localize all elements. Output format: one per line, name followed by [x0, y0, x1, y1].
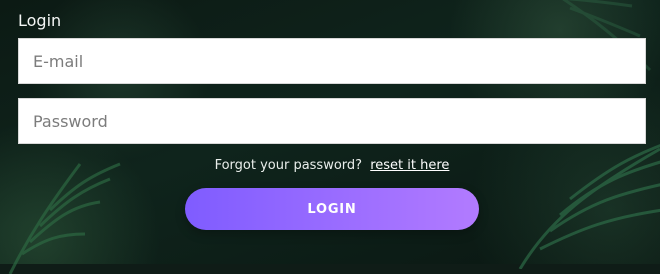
password-field[interactable]: [18, 98, 646, 144]
login-button[interactable]: LOGIN: [185, 188, 479, 230]
login-panel: Login Forgot your password? reset it her…: [18, 12, 646, 230]
forgot-password-text: Forgot your password?: [214, 158, 363, 173]
login-title: Login: [18, 11, 62, 30]
email-field[interactable]: [18, 38, 646, 84]
password-input[interactable]: [31, 98, 633, 144]
reset-password-link[interactable]: reset it here: [370, 158, 449, 173]
forgot-password-row: Forgot your password? reset it here: [18, 158, 646, 174]
email-input[interactable]: [31, 38, 633, 84]
